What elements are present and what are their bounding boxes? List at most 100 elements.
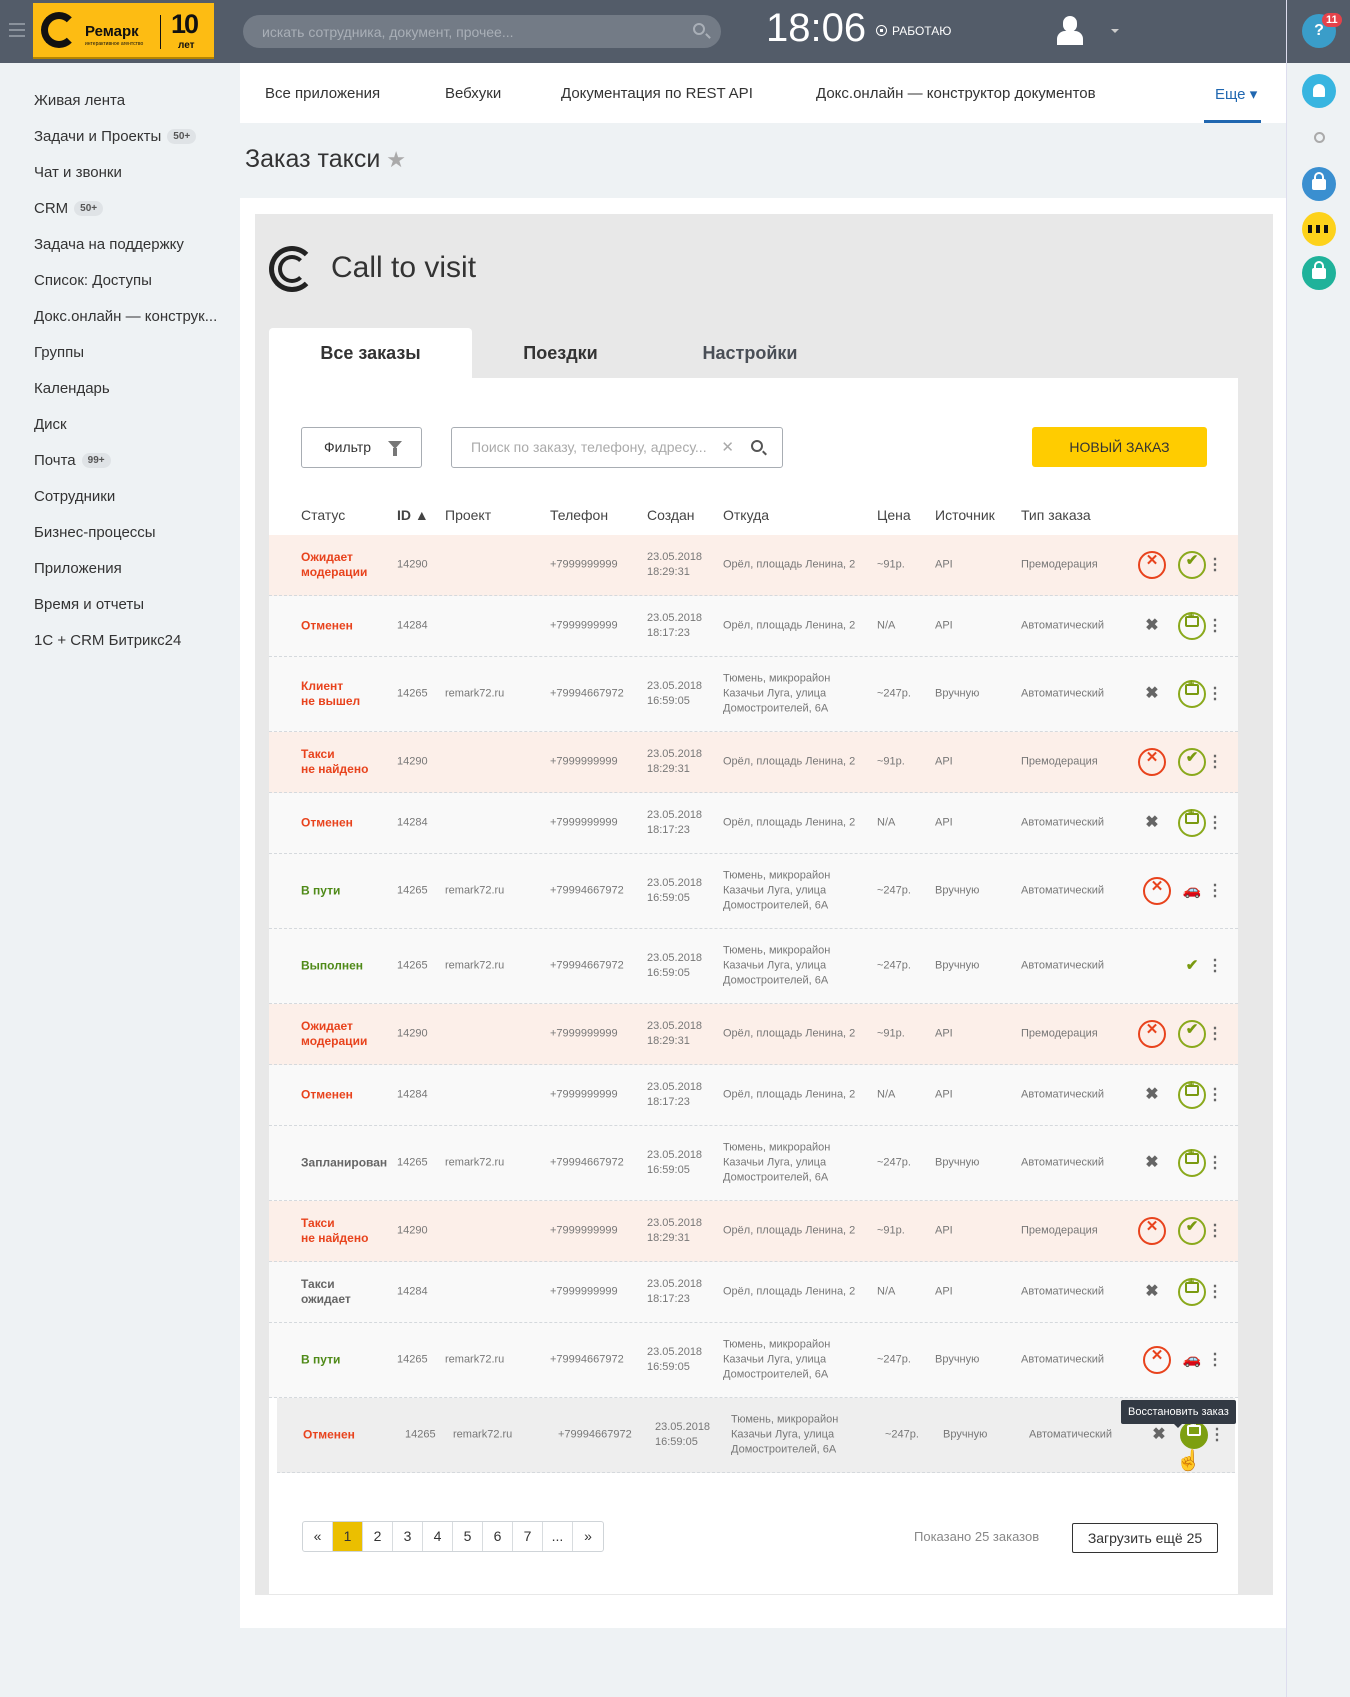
more-actions-icon[interactable]: ⋮ [1207, 557, 1223, 573]
table-row[interactable]: Ожидает модерации 14290 +7999999999 23.05.2… [269, 535, 1238, 596]
taxi-app-button[interactable] [1302, 212, 1336, 246]
table-row[interactable]: В пути 14265 remark72.ru +79994667972 23.05.… [269, 854, 1238, 929]
nav-rest-docs[interactable]: Документация по REST API [561, 85, 753, 102]
pagination-page[interactable]: 7 [513, 1522, 543, 1551]
column-header[interactable]: Статус [301, 507, 345, 523]
sidebar-item[interactable]: Живая лента [34, 92, 125, 109]
more-actions-icon[interactable]: ⋮ [1207, 815, 1223, 831]
sidebar-item[interactable]: Диск [34, 416, 67, 433]
search-icon[interactable] [751, 440, 763, 452]
chevron-down-icon[interactable] [1111, 29, 1119, 37]
search-icon[interactable] [693, 23, 705, 35]
orders-search-input[interactable]: Поиск по заказу, телефону, адресу... ✕ [451, 427, 783, 468]
table-row[interactable]: Отменен 14284 +7999999999 23.05.2018 18:17:… [269, 1065, 1238, 1126]
notifications-button[interactable] [1302, 74, 1336, 108]
cancel-icon[interactable]: ✖ [1138, 612, 1166, 640]
reject-button[interactable]: ✕ [1138, 1217, 1166, 1245]
pagination-next[interactable]: » [573, 1522, 603, 1551]
lock-app-button[interactable] [1302, 167, 1336, 201]
clear-icon[interactable]: ✕ [721, 438, 734, 456]
more-actions-icon[interactable]: ⋮ [1207, 958, 1223, 974]
more-actions-icon[interactable]: ⋮ [1207, 618, 1223, 634]
reject-button[interactable]: ✕ [1138, 551, 1166, 579]
approve-button[interactable]: ✔ [1178, 551, 1206, 579]
table-row[interactable]: В пути 14265 remark72.ru +79994667972 23.05.… [269, 1323, 1238, 1398]
user-avatar[interactable] [1057, 16, 1083, 46]
column-header[interactable]: ID ▲ [397, 507, 429, 523]
nav-all-apps[interactable]: Все приложения [265, 85, 380, 102]
approve-button[interactable]: ✔ [1178, 1217, 1206, 1245]
sidebar-item[interactable]: Приложения [34, 560, 122, 577]
pagination-page[interactable]: 1 [333, 1522, 363, 1551]
cancel-trip-button[interactable]: ✕ [1143, 1346, 1171, 1374]
global-search-input[interactable]: искать сотрудника, документ, прочее... [243, 15, 721, 48]
cancel-icon[interactable]: ✖ [1138, 1278, 1166, 1306]
sidebar-item[interactable]: 1С + CRM Битрикс24 [34, 632, 181, 649]
pagination-page[interactable]: ... [543, 1522, 573, 1551]
restore-order-button[interactable] [1180, 1419, 1208, 1449]
column-header[interactable]: Создан [647, 507, 695, 523]
search-panel-button[interactable] [1302, 122, 1336, 156]
sidebar-item[interactable]: Календарь [34, 380, 110, 397]
pagination-prev[interactable]: « [303, 1522, 333, 1551]
restore-order-button[interactable] [1178, 807, 1206, 837]
tab-trips[interactable]: Поездки [472, 328, 649, 378]
cancel-icon[interactable]: ✖ [1138, 680, 1166, 708]
tab-all-orders[interactable]: Все заказы [269, 328, 472, 378]
more-actions-icon[interactable]: ⋮ [1207, 1284, 1223, 1300]
table-row[interactable]: Запланирован 14265 remark72.ru +79994667972… [269, 1126, 1238, 1201]
clock[interactable]: 18:06 [766, 6, 866, 51]
star-icon[interactable]: ★ [386, 147, 406, 172]
pagination-page[interactable]: 5 [453, 1522, 483, 1551]
cancel-icon[interactable]: ✖ [1145, 1421, 1173, 1449]
approve-button[interactable]: ✔ [1178, 1020, 1206, 1048]
tab-settings[interactable]: Настройки [660, 328, 840, 378]
pagination-page[interactable]: 4 [423, 1522, 453, 1551]
more-actions-icon[interactable]: ⋮ [1207, 1026, 1223, 1042]
pagination-page[interactable]: 2 [363, 1522, 393, 1551]
restore-order-button[interactable] [1178, 678, 1206, 708]
table-row[interactable]: Отменен 14284 +7999999999 23.05.2018 18:17:… [269, 793, 1238, 854]
work-status-button[interactable]: РАБОТАЮ [876, 24, 951, 38]
sidebar-item[interactable]: Задача на поддержку [34, 236, 184, 253]
car-icon[interactable]: 🚗 [1178, 877, 1206, 905]
table-row[interactable]: Отменен 14265 remark72.ru +79994667972 23.05… [277, 1398, 1235, 1473]
sidebar-item[interactable]: Время и отчеты [34, 596, 144, 613]
reject-button[interactable]: ✕ [1138, 1020, 1166, 1048]
restore-order-button[interactable] [1178, 1079, 1206, 1109]
more-actions-icon[interactable]: ⋮ [1207, 754, 1223, 770]
more-actions-icon[interactable]: ⋮ [1207, 1223, 1223, 1239]
column-header[interactable]: Телефон [550, 507, 608, 523]
company-logo[interactable]: Ремарк интерактивное агентство 10 лет [33, 3, 214, 59]
column-header[interactable]: Источник [935, 507, 995, 523]
sidebar-item[interactable]: Задачи и Проекты 50+ [34, 128, 197, 145]
more-actions-icon[interactable]: ⋮ [1207, 1352, 1223, 1368]
table-row[interactable]: Ожидает модерации 14290 +7999999999 23.05.2… [269, 1004, 1238, 1065]
filter-button[interactable]: Фильтр [301, 427, 422, 468]
table-row[interactable]: Выполнен 14265 remark72.ru +79994667972 23.0… [269, 929, 1238, 1004]
restore-order-button[interactable] [1178, 610, 1206, 640]
pagination-page[interactable]: 6 [483, 1522, 513, 1551]
lock-app-button-2[interactable] [1302, 256, 1336, 290]
column-header[interactable]: Проект [445, 507, 491, 523]
new-order-button[interactable]: НОВЫЙ ЗАКАЗ [1032, 427, 1207, 467]
sidebar-item[interactable]: Сотрудники [34, 488, 115, 505]
column-header[interactable]: Тип заказа [1021, 507, 1091, 523]
done-check-icon[interactable]: ✔ [1178, 952, 1206, 980]
reject-button[interactable]: ✕ [1138, 748, 1166, 776]
sidebar-item[interactable]: Группы [34, 344, 84, 361]
more-actions-icon[interactable]: ⋮ [1207, 1087, 1223, 1103]
table-row[interactable]: Такси не найдено 14290 +7999999999 23.05.20… [269, 1201, 1238, 1262]
load-more-button[interactable]: Загрузить ещё 25 [1072, 1523, 1218, 1553]
nav-webhooks[interactable]: Вебхуки [445, 85, 501, 102]
nav-docs-online[interactable]: Докс.онлайн — конструктор документов [816, 85, 1096, 102]
column-header[interactable]: Откуда [723, 507, 769, 523]
menu-icon[interactable] [9, 23, 25, 37]
sidebar-item[interactable]: Бизнес-процессы [34, 524, 156, 541]
cancel-trip-button[interactable]: ✕ [1143, 877, 1171, 905]
more-actions-icon[interactable]: ⋮ [1209, 1427, 1225, 1443]
cancel-icon[interactable]: ✖ [1138, 809, 1166, 837]
more-actions-icon[interactable]: ⋮ [1207, 686, 1223, 702]
sidebar-item[interactable]: Список: Доступы [34, 272, 152, 289]
restore-order-button[interactable] [1178, 1147, 1206, 1177]
